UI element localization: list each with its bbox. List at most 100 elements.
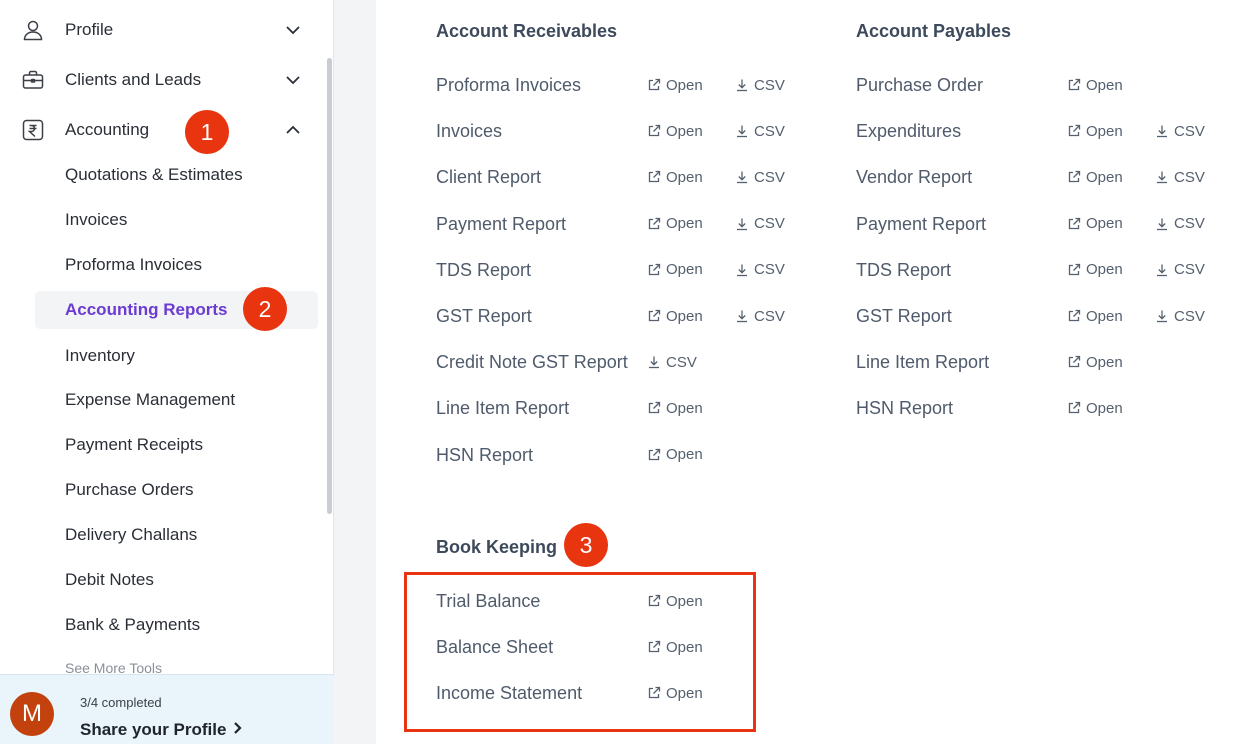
open-label: Open <box>666 122 703 140</box>
step-badge-2: 2 <box>243 287 287 331</box>
sidebar-item-invoices[interactable]: Invoices <box>35 201 318 239</box>
csv-label: CSV <box>1174 168 1205 186</box>
open-label: Open <box>666 168 703 186</box>
open-button[interactable]: Open <box>647 440 703 470</box>
external-link-icon <box>647 401 661 415</box>
open-label: Open <box>1086 168 1123 186</box>
report-name: GST Report <box>436 306 532 326</box>
share-profile-label: Share your Profile <box>80 720 227 739</box>
open-label: Open <box>666 215 703 233</box>
report-name: Line Item Report <box>436 398 570 419</box>
csv-download-button[interactable]: CSV <box>735 70 785 100</box>
download-icon <box>1155 170 1169 184</box>
csv-download-button[interactable]: CSV <box>735 255 785 285</box>
open-label: Open <box>1086 215 1123 233</box>
open-label: Open <box>666 446 703 464</box>
nav-clients-and-leads[interactable]: Clients and Leads <box>0 57 334 103</box>
download-icon <box>1155 309 1169 323</box>
chevron-down-icon[interactable] <box>283 70 303 90</box>
download-icon <box>735 124 749 138</box>
open-button[interactable]: Open <box>1067 393 1123 423</box>
csv-download-button[interactable]: CSV <box>1155 209 1205 239</box>
receivables-title: Account Receivables <box>436 21 618 41</box>
sidebar-item-delivery-challans[interactable]: Delivery Challans <box>35 516 318 554</box>
nav-clients-label: Clients and Leads <box>65 70 202 89</box>
open-button[interactable]: Open <box>1067 116 1123 146</box>
csv-download-button[interactable]: CSV <box>735 301 785 331</box>
sidebar-item-inventory[interactable]: Inventory <box>35 337 318 375</box>
open-button[interactable]: Open <box>647 70 703 100</box>
share-profile-link[interactable]: Share your Profile <box>80 720 244 740</box>
app-root: Profile Clients and Leads Accounting Quo… <box>0 0 1239 744</box>
sidebar-item-proforma-invoices[interactable]: Proforma Invoices <box>35 246 318 284</box>
open-label: Open <box>1086 353 1123 371</box>
open-button[interactable]: Open <box>647 301 703 331</box>
csv-download-button[interactable]: CSV <box>1155 116 1205 146</box>
open-label: Open <box>666 399 703 417</box>
open-button[interactable]: Open <box>1067 301 1123 331</box>
csv-download-button[interactable]: CSV <box>735 209 785 239</box>
report-name: Payment Report <box>436 213 567 234</box>
csv-label: CSV <box>1174 122 1205 140</box>
sidebar-item-purchase-orders[interactable]: Purchase Orders <box>35 471 318 509</box>
open-button[interactable]: Open <box>1067 70 1123 100</box>
open-button[interactable]: Open <box>647 116 703 146</box>
external-link-icon <box>647 124 661 138</box>
open-label: Open <box>1086 76 1123 94</box>
profile-completion-card[interactable]: M 3/4 completed Share your Profile <box>0 674 334 744</box>
report-name: TDS Report <box>856 259 952 280</box>
nav-accounting[interactable]: Accounting <box>0 107 334 153</box>
csv-download-button[interactable]: CSV <box>1155 301 1205 331</box>
open-label: Open <box>1086 399 1123 417</box>
csv-download-button[interactable]: CSV <box>735 116 785 146</box>
csv-download-button[interactable]: CSV <box>735 162 785 192</box>
nav-profile[interactable]: Profile <box>0 7 334 53</box>
external-link-icon <box>647 217 661 231</box>
csv-download-button[interactable]: CSV <box>1155 162 1205 192</box>
download-icon <box>647 355 661 369</box>
report-name: GST Report <box>856 306 952 326</box>
sidebar-item-expense-management[interactable]: Expense Management <box>35 381 318 419</box>
sidebar-item-payment-receipts[interactable]: Payment Receipts <box>35 426 318 464</box>
step-badge-1: 1 <box>185 110 229 154</box>
report-name: Payment Report <box>856 213 987 234</box>
csv-download-button[interactable]: CSV <box>647 347 697 377</box>
open-button[interactable]: Open <box>1067 162 1123 192</box>
chevron-right-icon <box>232 720 244 740</box>
open-button[interactable]: Open <box>1067 347 1123 377</box>
chevron-down-icon[interactable] <box>283 20 303 40</box>
open-label: Open <box>1086 122 1123 140</box>
report-name: HSN Report <box>436 444 534 465</box>
external-link-icon <box>1067 355 1081 369</box>
sidebar-item-bank-payments[interactable]: Bank & Payments <box>35 606 318 644</box>
csv-label: CSV <box>754 215 785 233</box>
csv-label: CSV <box>1174 215 1205 233</box>
report-name: Invoices <box>436 121 503 142</box>
csv-download-button[interactable]: CSV <box>1155 255 1205 285</box>
sidebar: Profile Clients and Leads Accounting Quo… <box>0 0 334 744</box>
sidebar-item-debit-notes[interactable]: Debit Notes <box>35 561 318 599</box>
rupee-icon <box>20 117 46 143</box>
report-name: Expenditures <box>856 121 962 142</box>
external-link-icon <box>647 170 661 184</box>
sidebar-scrollbar[interactable] <box>327 58 332 514</box>
open-button[interactable]: Open <box>647 255 703 285</box>
download-icon <box>735 263 749 277</box>
open-button[interactable]: Open <box>647 209 703 239</box>
sidebar-item-quotations[interactable]: Quotations & Estimates <box>35 156 318 194</box>
briefcase-icon <box>20 67 46 93</box>
report-name: Client Report <box>436 167 542 188</box>
download-icon <box>735 217 749 231</box>
payables-title: Account Payables <box>856 21 1012 41</box>
report-name: Vendor Report <box>856 167 973 188</box>
open-button[interactable]: Open <box>1067 209 1123 239</box>
nav-accounting-label: Accounting <box>65 120 150 139</box>
open-button[interactable]: Open <box>1067 255 1123 285</box>
csv-label: CSV <box>1174 261 1205 279</box>
open-button[interactable]: Open <box>647 162 703 192</box>
report-name: TDS Report <box>436 259 532 280</box>
chevron-up-icon[interactable] <box>283 120 303 140</box>
avatar[interactable]: M <box>10 692 54 736</box>
open-button[interactable]: Open <box>647 393 703 423</box>
report-name: Proforma Invoices <box>436 75 582 95</box>
